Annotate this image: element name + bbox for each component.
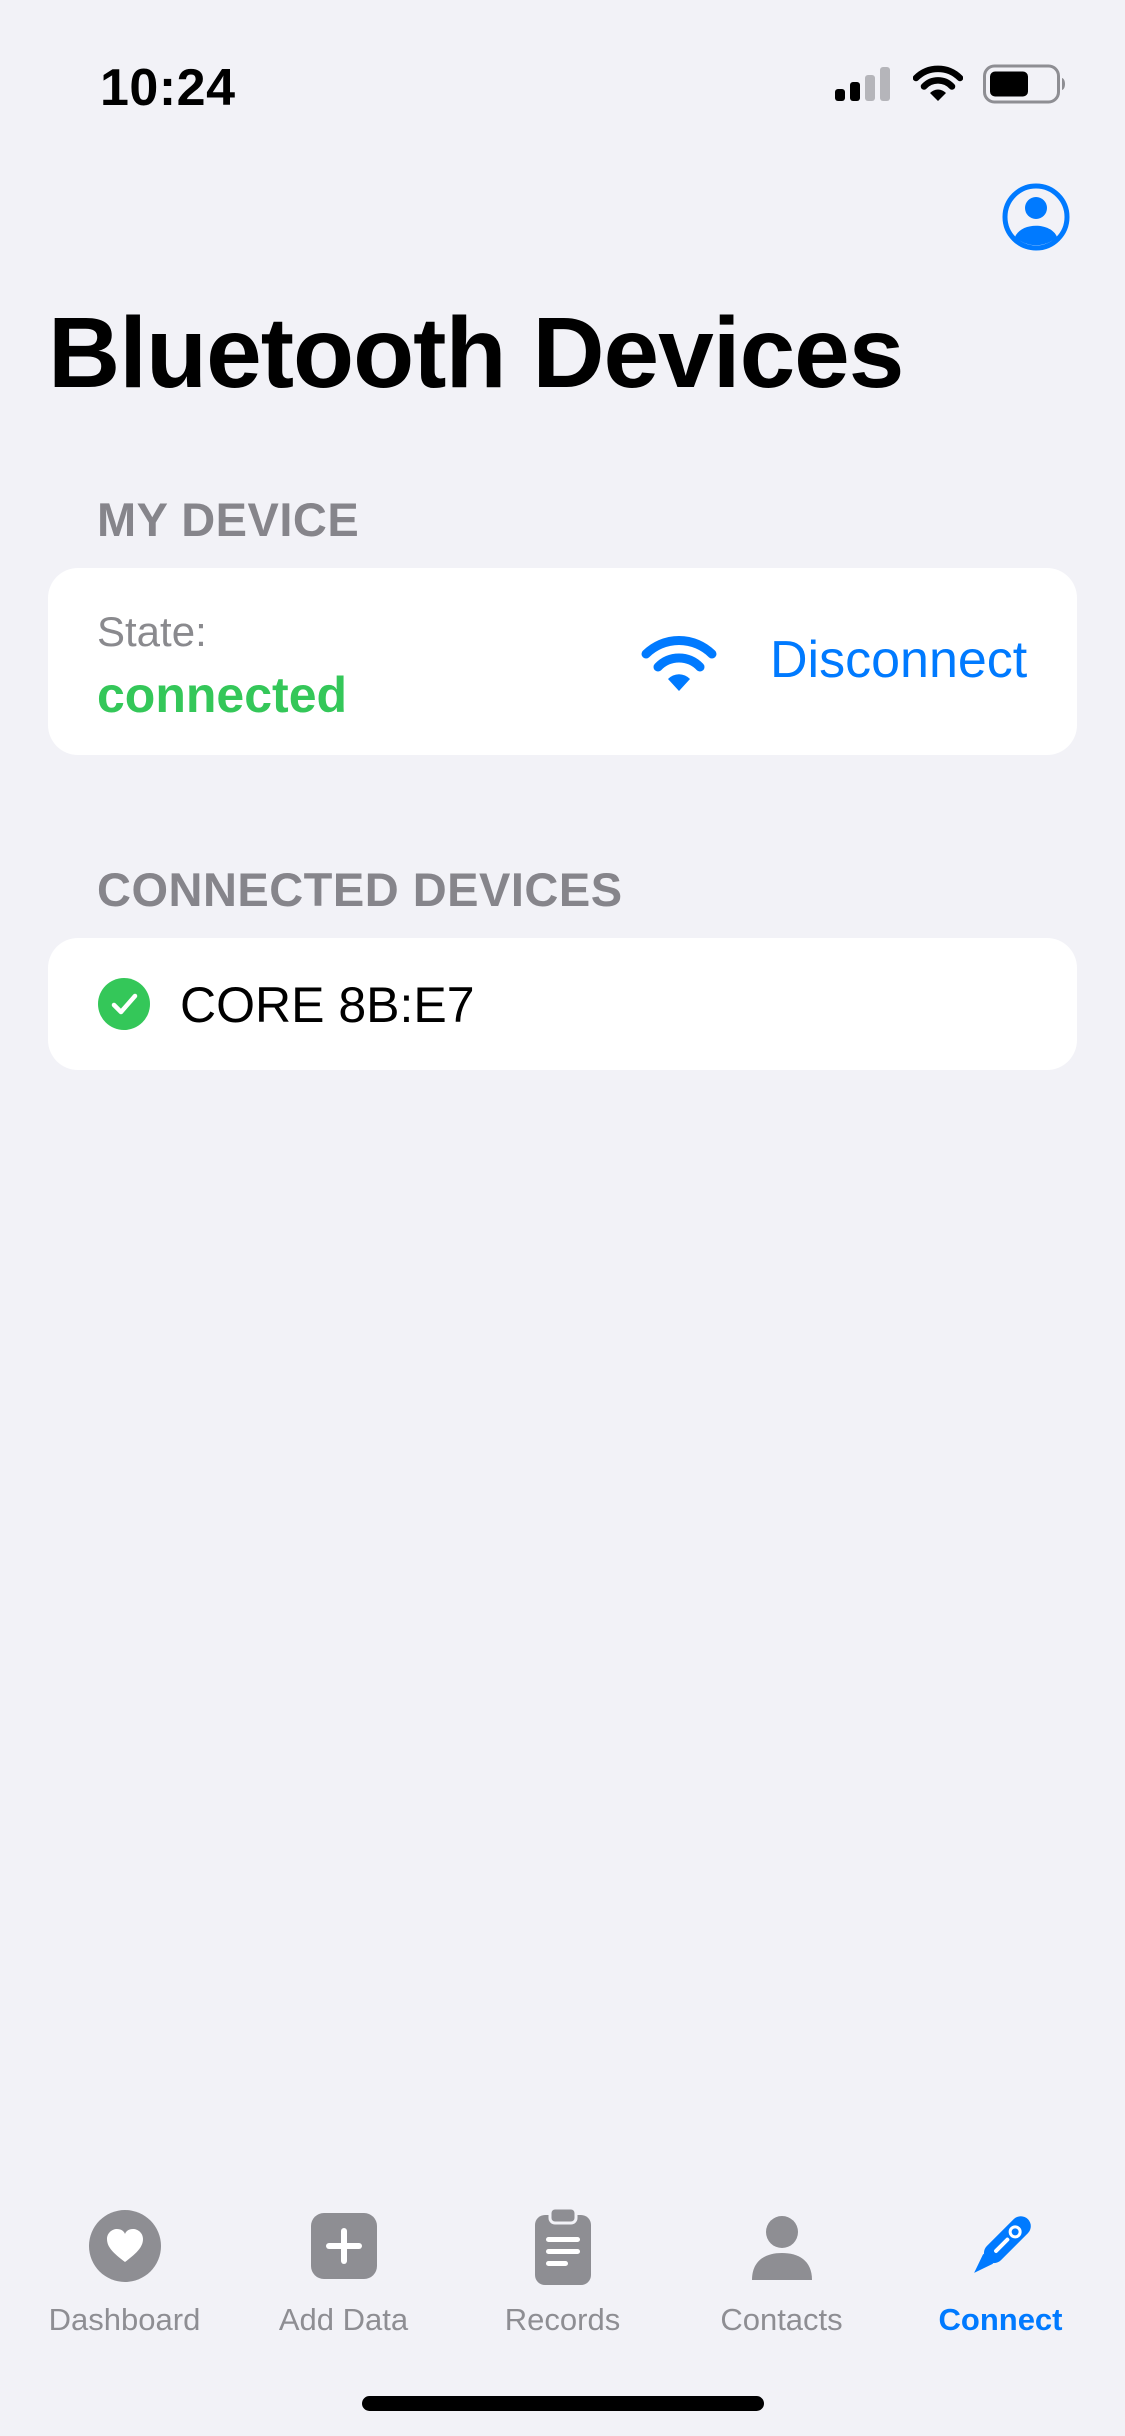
disconnect-button[interactable]: Disconnect	[770, 630, 1027, 690]
plus-square-icon	[310, 2213, 377, 2279]
state-label: State:	[97, 608, 207, 655]
heart-icon	[88, 2210, 161, 2282]
wifi-icon	[641, 636, 717, 691]
tab-label: Add Data	[278, 2302, 409, 2337]
profile-button[interactable]	[1001, 182, 1071, 252]
tab-label: Dashboard	[48, 2302, 201, 2337]
thermometer-icon	[973, 2216, 1031, 2273]
tab-label: Contacts	[720, 2302, 843, 2337]
my-device-section-header: MY DEVICE	[97, 493, 360, 546]
status-bar: 10:24	[0, 0, 1125, 140]
home-indicator	[362, 2396, 764, 2411]
state-value: connected	[97, 667, 348, 723]
wifi-icon	[913, 65, 963, 101]
my-device-card: State: connected Disconnect	[48, 568, 1077, 755]
tab-connect[interactable]: Connect	[896, 2180, 1106, 2436]
connected-device-row[interactable]: CORE 8B:E7	[48, 938, 1077, 1070]
tab-label: Records	[504, 2302, 621, 2337]
checkmark-circle-icon	[98, 978, 150, 1030]
device-name: CORE 8B:E7	[180, 977, 475, 1033]
status-icons	[835, 64, 1067, 104]
status-time: 10:24	[100, 59, 236, 117]
clipboard-icon	[534, 2206, 591, 2285]
connected-devices-section-header: CONNECTED DEVICES	[97, 863, 623, 916]
person-circle-icon	[1002, 183, 1070, 251]
page-title: Bluetooth Devices	[48, 297, 904, 409]
cellular-signal-icon	[835, 67, 890, 101]
battery-icon	[983, 64, 1065, 104]
tab-dashboard[interactable]: Dashboard	[20, 2180, 230, 2436]
tab-label: Connect	[938, 2302, 1063, 2337]
person-icon	[751, 2216, 812, 2280]
